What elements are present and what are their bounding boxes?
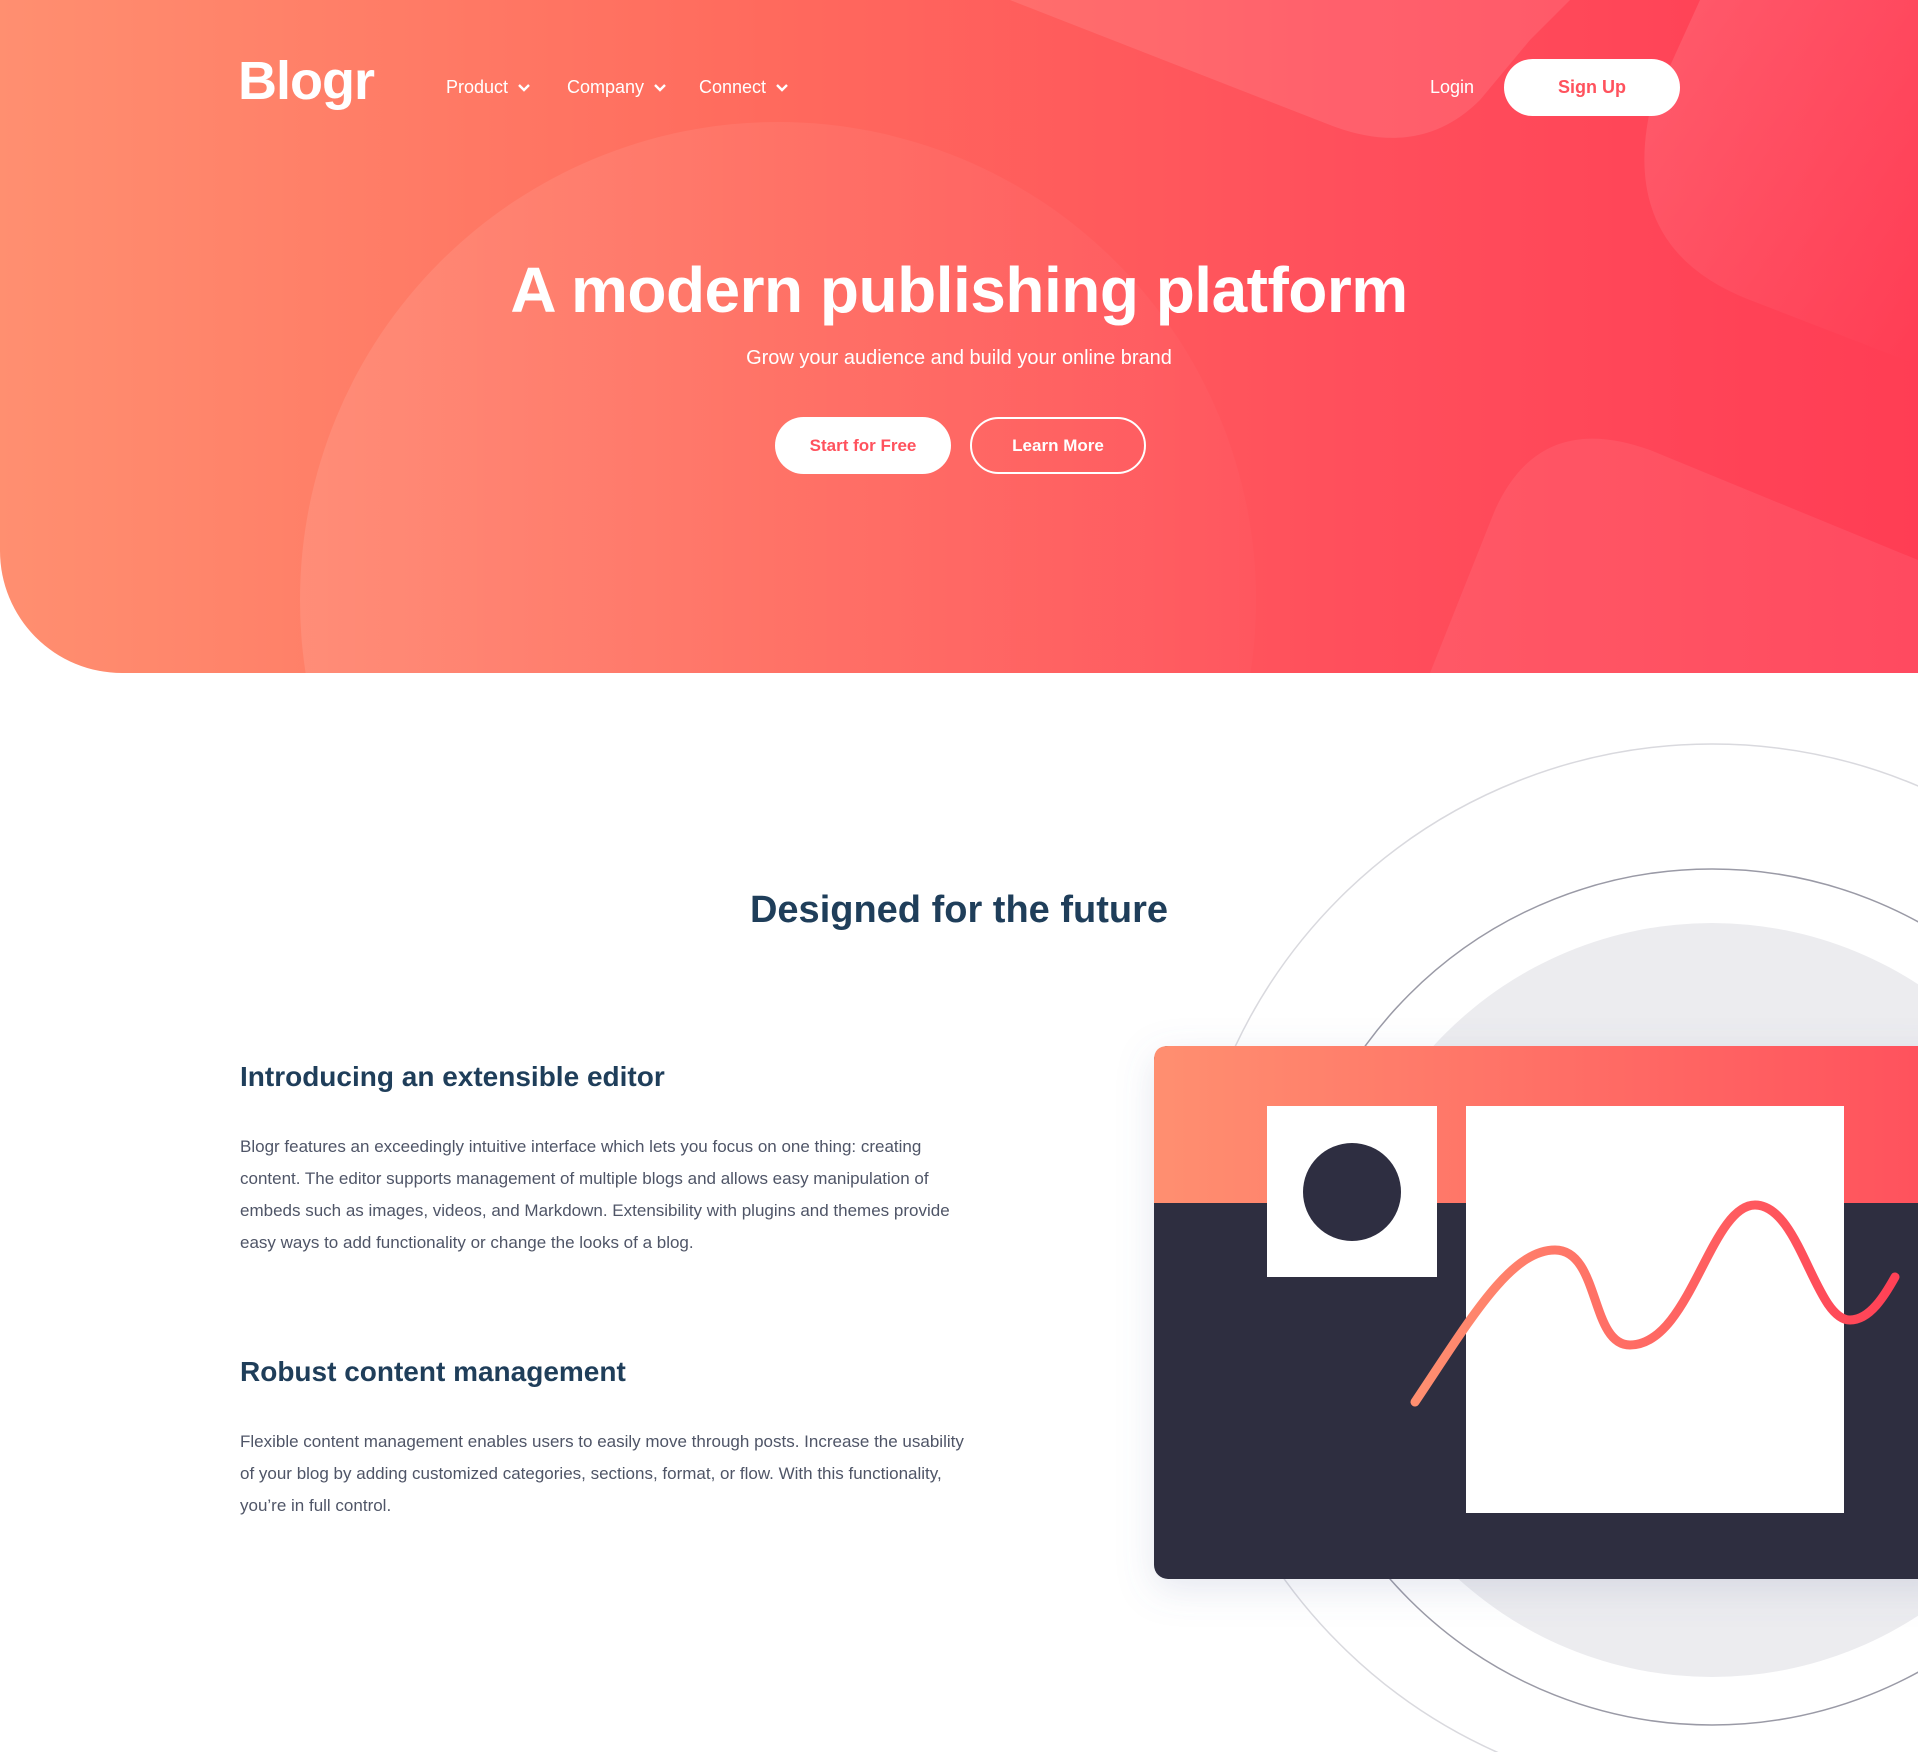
section-title: Designed for the future: [749, 889, 1169, 931]
feature-text: Flexible content management enables user…: [240, 1432, 964, 1515]
feature-heading: Introducing an extensible editor: [240, 1061, 665, 1092]
feature-text: Blogr features an exceedingly intuitive …: [240, 1137, 950, 1252]
feature-heading: Robust content management: [240, 1356, 626, 1387]
